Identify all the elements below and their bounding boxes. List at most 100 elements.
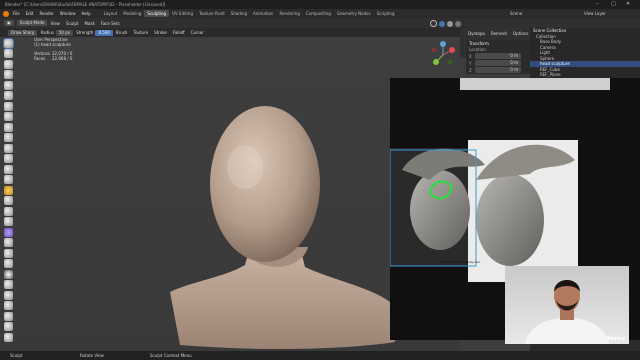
menu-help[interactable]: Help (81, 11, 90, 16)
blob-brush-icon[interactable] (4, 112, 13, 121)
mesh-filter-icon[interactable] (4, 301, 13, 310)
menu-render[interactable]: Render (39, 11, 53, 16)
status-left: Sculpt (10, 353, 23, 358)
pose-brush-icon[interactable] (4, 227, 13, 237)
fill-brush-icon[interactable] (4, 154, 13, 163)
udemy-watermark: Udemy (605, 336, 626, 342)
tab-shading[interactable]: Shading (228, 10, 250, 17)
scene-selector[interactable]: Scene (510, 11, 522, 16)
presenter-video (525, 280, 609, 344)
close-button[interactable]: ✕ (626, 1, 630, 7)
navigation-gizmo[interactable] (428, 40, 458, 70)
location-y-field[interactable]: 0 m (475, 60, 521, 66)
strength-label: Strength (76, 30, 94, 35)
thumb-brush-icon[interactable] (4, 217, 13, 226)
box-hide-icon[interactable] (4, 290, 13, 300)
title-bar: Blender* [C:\Users\DHABI\Studio\FEMALE A… (0, 0, 640, 9)
dyntopo-tab[interactable]: Dyntopo (468, 31, 485, 36)
transform-panel-title: Transform (469, 41, 489, 46)
menu-file[interactable]: File (13, 11, 20, 16)
mode-selector[interactable]: Sculpt Mode (16, 20, 48, 26)
scrape-brush-icon[interactable] (4, 164, 13, 174)
outliner-row[interactable]: REF_Plane (530, 72, 640, 78)
radius-field[interactable]: 50 px (55, 29, 74, 36)
brush-selector[interactable]: Draw Sharp (8, 29, 38, 36)
tab-texture-paint[interactable]: Texture Paint (196, 10, 228, 17)
faces-label: Faces (34, 56, 46, 61)
location-z-field[interactable]: 0 m (475, 67, 521, 73)
reference-strip-top (460, 78, 610, 90)
draw-sharp-brush-icon[interactable] (4, 49, 13, 58)
brush-menu[interactable]: Brush (116, 30, 128, 35)
rotate-brush-icon[interactable] (4, 248, 13, 258)
slide-relax-brush-icon[interactable] (4, 259, 13, 268)
stroke-menu[interactable]: Stroke (154, 30, 167, 35)
radius-label: Radius (40, 30, 54, 35)
cloth-filter-icon[interactable] (4, 311, 13, 321)
blender-logo-icon[interactable] (3, 10, 9, 17)
clay-thumb-brush-icon[interactable] (4, 80, 13, 90)
maximize-button[interactable]: □ (611, 1, 616, 7)
menu-face-sets[interactable]: Face Sets (101, 21, 120, 26)
transform-icon[interactable] (4, 322, 13, 331)
tab-geometry-nodes[interactable]: Geometry Nodes (334, 10, 374, 17)
grab-brush-icon[interactable] (4, 185, 13, 195)
texture-menu[interactable]: Texture (133, 30, 148, 35)
mask-brush-icon[interactable] (4, 269, 13, 279)
status-mid: Rotate View (80, 353, 104, 358)
strength-field[interactable]: 0.500 (95, 29, 113, 36)
box-mask-icon[interactable] (4, 280, 13, 289)
window-title: Blender* [C:\Users\DHABI\Studio\FEMALE A… (5, 2, 166, 7)
elastic-deform-brush-icon[interactable] (4, 196, 13, 205)
inflate-brush-icon[interactable] (4, 101, 13, 111)
menu-mask[interactable]: Mask (84, 21, 94, 26)
menu-window[interactable]: Window (60, 11, 76, 16)
tab-scripting[interactable]: Scripting (374, 10, 398, 17)
draw-brush-icon[interactable] (3, 37, 14, 49)
options-tab[interactable]: Options (513, 31, 528, 36)
tab-uv-editing[interactable]: UV Editing (169, 10, 196, 17)
reference-caption: www.sculpture-study.com (442, 260, 481, 264)
tab-rendering[interactable]: Rendering (276, 10, 302, 17)
minimize-button[interactable]: – (596, 1, 599, 7)
instructor-webcam: Udemy (505, 266, 629, 344)
cursor-menu[interactable]: Cursor (191, 30, 204, 35)
tab-animation[interactable]: Animation (250, 10, 276, 17)
location-x-field[interactable]: 0 m (475, 53, 521, 59)
head-sculpture-mesh[interactable] (150, 97, 400, 352)
editor-type-button[interactable]: ▣ (4, 20, 14, 26)
pinch-brush-icon[interactable] (4, 175, 13, 184)
solid-shading-icon[interactable] (439, 20, 445, 27)
tab-modeling[interactable]: Modeling (120, 10, 144, 17)
clay-strips-brush-icon[interactable] (4, 70, 13, 79)
view-layer-selector[interactable]: View Layer (584, 11, 606, 16)
falloff-menu[interactable]: Falloff (173, 30, 185, 35)
menu-edit[interactable]: Edit (26, 11, 34, 16)
nudge-brush-icon[interactable] (4, 238, 13, 247)
snake-hook-brush-icon[interactable] (4, 206, 13, 216)
sculpt-toolbar (2, 37, 18, 343)
menu-view[interactable]: View (50, 21, 60, 26)
rendered-shading-icon[interactable] (455, 20, 461, 27)
viewport-shading-buttons (430, 20, 461, 27)
wireframe-shading-icon[interactable] (430, 20, 437, 27)
viewport-info: User Perspective (1) head sculpture Vert… (34, 37, 72, 61)
tab-compositing[interactable]: Compositing (303, 10, 334, 17)
status-bar: Sculpt Rotate View Sculpt Context Menu (0, 351, 640, 360)
tab-layout[interactable]: Layout (101, 10, 121, 17)
layer-brush-icon[interactable] (4, 91, 13, 100)
workspace-tabs: Layout Modeling Sculpting UV Editing Tex… (101, 10, 398, 17)
flatten-brush-icon[interactable] (4, 143, 13, 153)
annotate-icon[interactable] (4, 332, 13, 342)
tool-settings-bar: Draw Sharp Radius 50 px Strength 0.500 B… (0, 28, 460, 37)
transform-panel: Transform Location X0 m Y0 m Z0 m (466, 40, 530, 74)
viewport-header: ▣ Sculpt Mode View Sculpt Mask Face Sets (0, 18, 640, 28)
faces-count: 22,068 / 0 (52, 56, 73, 61)
clay-brush-icon[interactable] (4, 59, 13, 69)
crease-brush-icon[interactable] (4, 122, 13, 132)
menu-sculpt[interactable]: Sculpt (66, 21, 79, 26)
tab-sculpting[interactable]: Sculpting (144, 10, 170, 17)
smooth-brush-icon[interactable] (4, 133, 13, 142)
remesh-tab[interactable]: Remesh (491, 31, 507, 36)
material-shading-icon[interactable] (447, 20, 453, 27)
